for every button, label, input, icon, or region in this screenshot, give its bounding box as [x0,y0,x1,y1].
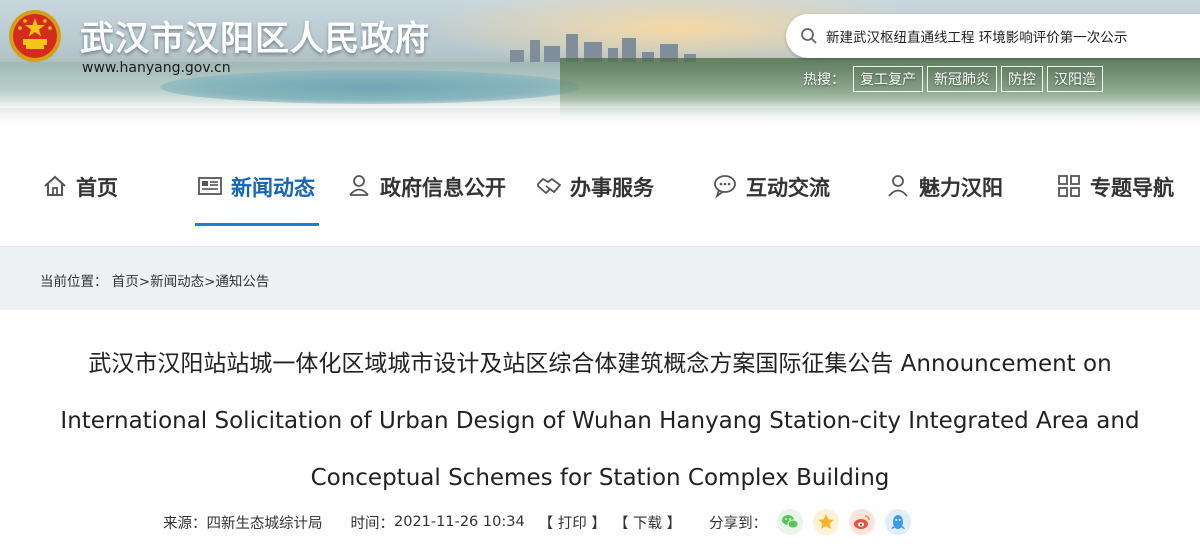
nav-label: 魅力汉阳 [919,176,1003,200]
main-nav: 首页 新闻动态 政府信息公开 办事服务 互动交流 魅力汉阳 专题导航 [0,128,1200,246]
wechat-icon[interactable] [777,509,804,535]
article-title: 武汉市汉阳站站城一体化区域城市设计及站区综合体建筑概念方案国际征集公告 Anno… [60,351,1140,491]
nav-item-charm[interactable]: 魅力汉阳 [885,172,1003,226]
grid-icon [1058,175,1080,197]
search-icon[interactable] [800,27,818,45]
nav-active-underline [195,223,319,226]
nav-item-services[interactable]: 办事服务 [536,172,654,226]
qq-icon[interactable] [885,509,912,535]
source-label: 来源： [163,515,207,532]
national-emblem-icon [9,10,61,62]
hot-tag[interactable]: 复工复产 [853,66,923,92]
breadcrumb-link-notices[interactable]: 通知公告 [215,274,269,290]
site-title[interactable]: 武汉市汉阳区人民政府 [80,11,430,60]
breadcrumb-sep: > [204,274,216,290]
handshake-icon [537,177,562,195]
nav-label: 办事服务 [570,176,654,200]
hot-tag[interactable]: 汉阳造 [1047,66,1103,92]
qzone-star-icon[interactable] [813,509,840,535]
nav-item-interaction[interactable]: 互动交流 [712,172,830,226]
search-box[interactable] [786,14,1200,58]
time-label: 时间： [350,515,395,532]
hot-search-label: 热搜： [803,72,845,88]
search-input[interactable] [826,22,1196,50]
breadcrumb-link-home[interactable]: 首页 [112,274,139,290]
nav-label: 专题导航 [1090,176,1174,200]
banner-fade [0,100,1200,128]
info-icon [349,175,369,196]
share-icons [777,509,921,535]
breadcrumb-bar: 当前位置： 首页>新闻动态>通知公告 [0,246,1200,310]
nav-item-topics[interactable]: 专题导航 [1056,172,1174,226]
home-icon [44,175,66,196]
breadcrumb-sep: > [138,274,151,290]
article-meta: 来源： 四新生态城综计局 时间： 2021-11-26 10:34 【 打印 】… [163,509,921,535]
header-banner: 武汉市汉阳区人民政府 www.hanyang.gov.cn 热搜： 复工复产 新… [0,0,1200,128]
share-label: 分享到： [709,515,768,532]
breadcrumb: 当前位置： 首页>新闻动态>通知公告 [40,270,269,290]
nav-label: 首页 [76,176,118,200]
hot-tag[interactable]: 新冠肺炎 [927,66,997,92]
site-url[interactable]: www.hanyang.gov.cn [82,60,231,76]
person-icon [888,175,908,197]
weibo-icon[interactable] [849,509,876,535]
print-button[interactable]: 【 打印 】 [539,512,606,533]
source-value: 四新生态城综计局 [206,515,323,532]
breadcrumb-link-news[interactable]: 新闻动态 [150,274,204,290]
time-value: 2021-11-26 10:34 [394,514,525,530]
nav-item-news[interactable]: 新闻动态 [195,172,319,226]
chat-icon [714,175,736,199]
nav-item-gov-info[interactable]: 政府信息公开 [346,172,506,226]
nav-label: 政府信息公开 [380,176,506,200]
nav-item-home[interactable]: 首页 [42,172,118,226]
hot-tag[interactable]: 防控 [1001,66,1043,92]
breadcrumb-prefix: 当前位置： [40,274,108,290]
download-button[interactable]: 【 下载 】 [614,512,681,533]
nav-label: 新闻动态 [231,176,315,200]
hot-search: 热搜： 复工复产 新冠肺炎 防控 汉阳造 [803,66,1107,92]
nav-label: 互动交流 [746,176,830,200]
news-icon [198,177,222,195]
